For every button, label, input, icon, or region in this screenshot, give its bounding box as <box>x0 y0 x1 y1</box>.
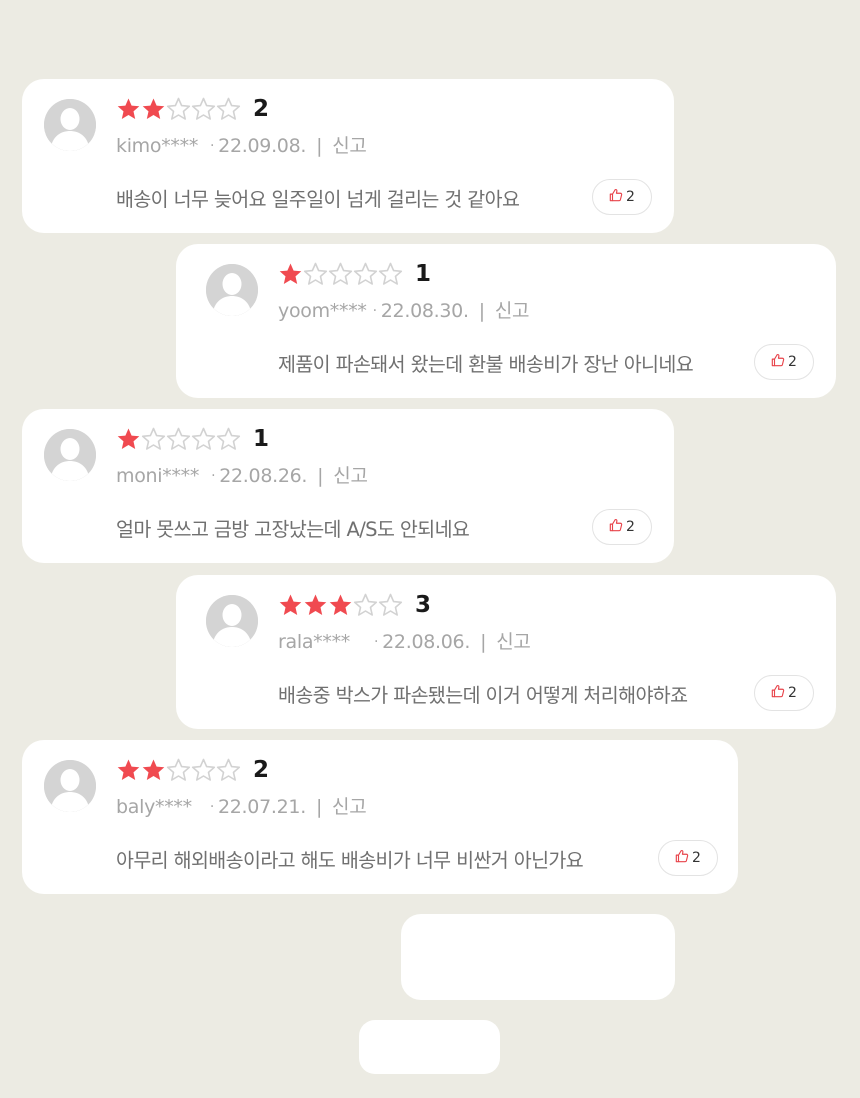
star-filled-icon <box>117 428 140 449</box>
star-empty-icon <box>378 262 403 285</box>
thumbs-up-icon <box>771 353 788 371</box>
report-link[interactable]: 신고 <box>495 300 530 322</box>
review-card: 1 moni**** · 22.08.26. | 신고 얼마 못쓰고 금방 고장났는데 … <box>22 409 674 563</box>
star-empty-icon <box>216 427 241 450</box>
meta-separator: | <box>316 135 323 157</box>
like-button[interactable]: 2 <box>592 179 652 215</box>
meta-dot: · <box>211 468 216 484</box>
rating-score: 2 <box>253 757 270 783</box>
review-card: 2 kimo**** · 22.09.08. | 신고 배송이 너무 늦어요 일주일이 … <box>22 79 674 233</box>
meta-dot: · <box>209 799 214 815</box>
review-date: 22.08.06. <box>382 631 471 653</box>
like-count: 2 <box>788 685 797 701</box>
star-filled-icon <box>279 594 302 615</box>
star-filled-icon <box>117 759 140 780</box>
default-user-icon <box>44 99 96 151</box>
meta-separator: | <box>315 796 323 818</box>
like-count: 2 <box>692 850 701 866</box>
review-comment: 배송이 너무 늦어요 일주일이 넘게 걸리는 것 같아요 <box>116 188 520 211</box>
rating-score: 1 <box>253 426 270 452</box>
star-empty-icon <box>191 427 216 450</box>
star-empty-icon <box>378 593 403 616</box>
like-button[interactable]: 2 <box>754 344 814 380</box>
star-empty-icon <box>216 97 241 120</box>
star-empty-icon <box>303 262 328 285</box>
meta-separator: | <box>480 631 487 653</box>
star-empty-icon <box>216 758 241 781</box>
star-filled-icon <box>142 759 165 780</box>
thumbs-up-icon <box>771 684 788 702</box>
reviewer-name: moni**** <box>116 465 200 487</box>
star-empty-icon <box>353 593 378 616</box>
review-card: 2 baly**** · 22.07.21. | 신고 아무리 해외배송이라고 해도 배… <box>22 740 738 894</box>
review-comment: 얼마 못쓰고 금방 고장났는데 A/S도 안되네요 <box>116 518 470 541</box>
default-user-icon <box>44 760 96 812</box>
empty-placeholder-button <box>359 1020 500 1074</box>
star-empty-icon <box>328 262 353 285</box>
star-rating: 3 <box>278 589 431 621</box>
reviewer-name: baly**** <box>116 796 192 818</box>
star-filled-icon <box>117 98 140 119</box>
star-empty-icon <box>166 97 191 120</box>
rating-score: 1 <box>415 261 432 287</box>
empty-placeholder-card <box>401 914 675 1000</box>
star-filled-icon <box>304 594 327 615</box>
reviewer-name: kimo**** <box>116 135 199 157</box>
star-empty-icon <box>141 427 166 450</box>
report-link[interactable]: 신고 <box>333 465 368 487</box>
like-count: 2 <box>788 354 797 370</box>
star-filled-icon <box>329 594 352 615</box>
default-user-icon <box>44 429 96 481</box>
meta-dot: · <box>373 634 379 650</box>
star-filled-icon <box>142 98 165 119</box>
like-count: 2 <box>626 189 635 205</box>
star-empty-icon <box>166 427 191 450</box>
report-link[interactable]: 신고 <box>496 631 531 653</box>
thumbs-up-icon <box>675 849 692 867</box>
review-meta: kimo**** · 22.09.08. | 신고 <box>116 131 367 158</box>
star-rating: 1 <box>278 258 431 290</box>
report-link[interactable]: 신고 <box>332 135 367 157</box>
star-empty-icon <box>191 758 216 781</box>
star-filled-icon <box>279 263 302 284</box>
review-meta: yoom**** · 22.08.30. | 신고 <box>278 296 530 323</box>
meta-dot: · <box>210 138 215 154</box>
reviewer-name: rala**** <box>278 631 350 653</box>
thumbs-up-icon <box>609 518 626 536</box>
like-button[interactable]: 2 <box>592 509 652 545</box>
review-date: 22.09.08. <box>218 135 307 157</box>
review-card: 3 rala**** · 22.08.06. | 신고 배송중 박스가 파손됐는데 이거… <box>176 575 836 729</box>
report-link[interactable]: 신고 <box>332 796 367 818</box>
thumbs-up-icon <box>609 188 626 206</box>
default-user-icon <box>206 595 258 647</box>
star-rating: 2 <box>116 754 269 786</box>
review-date: 22.08.26. <box>219 465 308 487</box>
review-meta: moni**** · 22.08.26. | 신고 <box>116 461 368 488</box>
star-empty-icon <box>353 262 378 285</box>
star-empty-icon <box>166 758 191 781</box>
reviewer-name: yoom**** <box>278 300 367 322</box>
like-button[interactable]: 2 <box>658 840 718 876</box>
star-rating: 1 <box>116 423 269 455</box>
review-meta: rala**** · 22.08.06. | 신고 <box>278 627 531 654</box>
like-count: 2 <box>626 519 635 535</box>
star-empty-icon <box>191 97 216 120</box>
meta-dot: · <box>372 303 377 319</box>
default-user-icon <box>206 264 258 316</box>
rating-score: 3 <box>415 592 432 618</box>
review-card: 1 yoom**** · 22.08.30. | 신고 제품이 파손돼서 왔는데 환불 … <box>176 244 836 398</box>
review-comment: 아무리 해외배송이라고 해도 배송비가 너무 비싼거 아닌가요 <box>116 849 584 872</box>
review-date: 22.08.30. <box>380 300 469 322</box>
review-meta: baly**** · 22.07.21. | 신고 <box>116 792 367 819</box>
star-rating: 2 <box>116 93 269 125</box>
meta-separator: | <box>317 465 324 487</box>
review-comment: 제품이 파손돼서 왔는데 환불 배송비가 장난 아니네요 <box>278 353 694 376</box>
review-date: 22.07.21. <box>217 796 306 818</box>
review-comment: 배송중 박스가 파손됐는데 이거 어떻게 처리해야하죠 <box>278 684 688 707</box>
meta-separator: | <box>478 300 485 322</box>
like-button[interactable]: 2 <box>754 675 814 711</box>
rating-score: 2 <box>253 96 270 122</box>
